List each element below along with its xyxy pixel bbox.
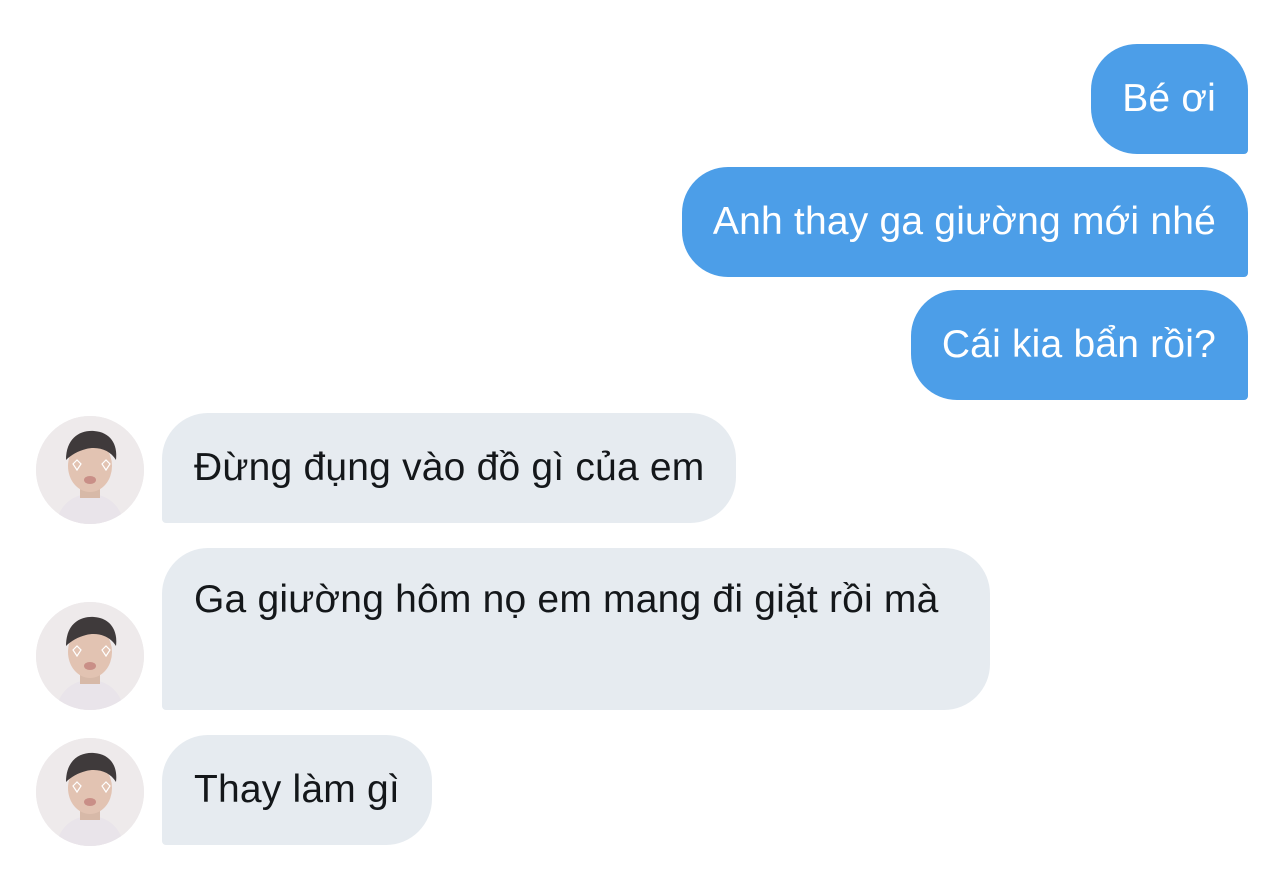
incoming-message[interactable]: Đừng đụng vào đồ gì của em <box>162 413 737 523</box>
outgoing-message[interactable]: Cái kia bẩn rồi? <box>910 290 1248 400</box>
avatar-photo <box>36 416 144 524</box>
contact-avatar[interactable] <box>36 738 144 846</box>
incoming-message[interactable]: Thay làm gì <box>162 735 432 845</box>
avatar-photo <box>36 738 144 846</box>
avatar-photo <box>36 602 144 710</box>
outgoing-message[interactable]: Bé ơi <box>1091 44 1248 154</box>
incoming-message[interactable]: Ga giường hôm nọ em mang đi giặt rồi mà <box>162 548 990 710</box>
outgoing-message[interactable]: Anh thay ga giường mới nhé <box>681 167 1248 277</box>
contact-avatar[interactable] <box>36 602 144 710</box>
contact-avatar[interactable] <box>36 416 144 524</box>
